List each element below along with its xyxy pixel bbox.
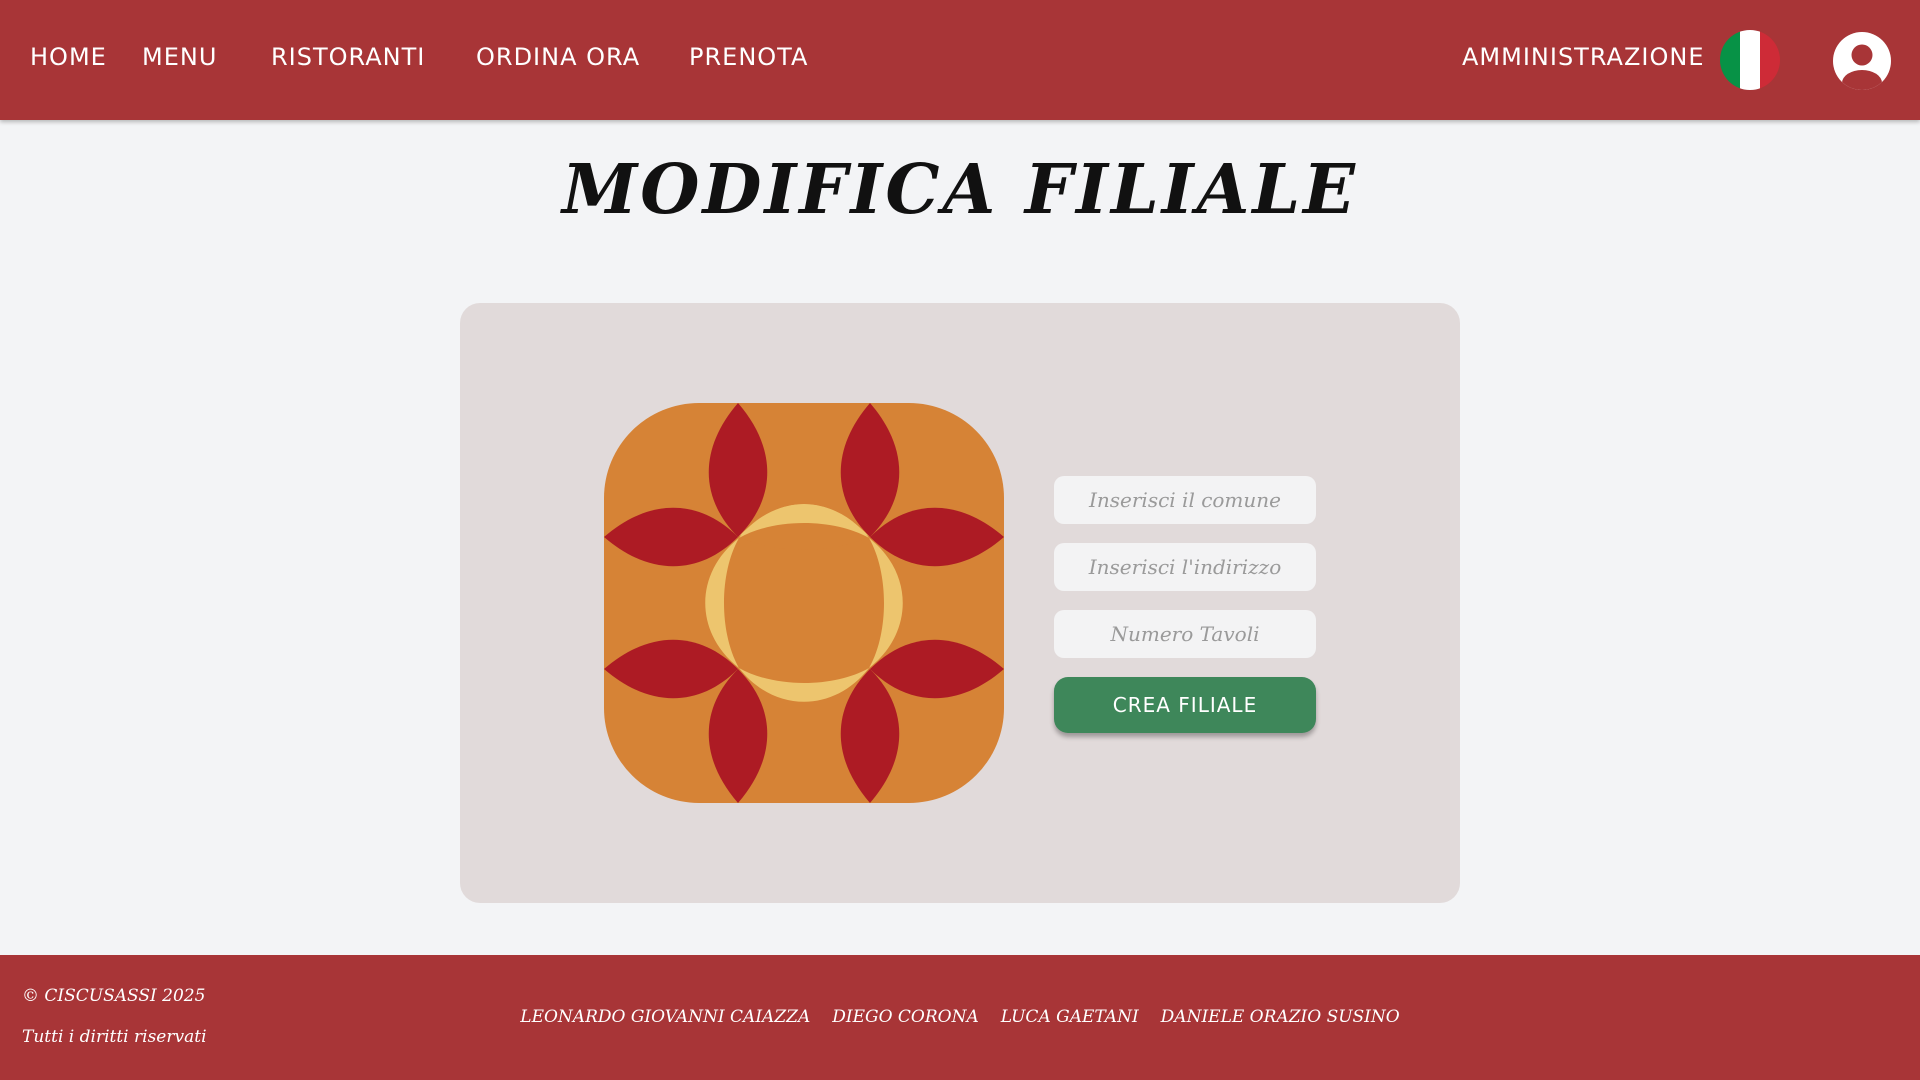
crea-filiale-button[interactable]: CREA FILIALE: [1054, 677, 1316, 733]
comune-input[interactable]: [1054, 476, 1316, 524]
footer: © CISCUSASSI 2025 Tutti i diritti riserv…: [0, 955, 1920, 1080]
nav-menu[interactable]: MENU: [142, 40, 217, 74]
nav-ristoranti[interactable]: RISTORANTI: [271, 40, 425, 74]
restaurant-logo-svg: [604, 403, 1004, 803]
footer-rights: Tutti i diritti riservati: [22, 1027, 207, 1047]
numero-tavoli-input[interactable]: [1054, 610, 1316, 658]
nav-prenota[interactable]: PRENOTA: [689, 40, 808, 74]
flag-red-band: [1760, 30, 1780, 90]
author-name: DIEGO CORONA: [832, 1007, 979, 1027]
user-avatar-icon[interactable]: [1832, 31, 1892, 91]
footer-authors: LEONARDO GIOVANNI CAIAZZA DIEGO CORONA L…: [0, 1007, 1920, 1027]
page-title: MODIFICA FILIALE: [561, 150, 1359, 230]
author-name: LUCA GAETANI: [1000, 1007, 1139, 1027]
footer-copyright: © CISCUSASSI 2025: [22, 986, 206, 1006]
restaurant-logo: [604, 403, 1004, 803]
top-navbar: HOME MENU RISTORANTI ORDINA ORA PRENOTA …: [0, 0, 1920, 120]
user-avatar-svg: [1833, 32, 1891, 90]
author-name: LEONARDO GIOVANNI CAIAZZA: [520, 1007, 811, 1027]
edit-branch-card: CREA FILIALE: [460, 303, 1460, 903]
nav-home[interactable]: HOME: [30, 40, 107, 74]
nav-amministrazione[interactable]: AMMINISTRAZIONE: [1462, 40, 1704, 74]
nav-ordina-ora[interactable]: ORDINA ORA: [476, 40, 640, 74]
italian-flag-icon[interactable]: [1720, 30, 1780, 90]
indirizzo-input[interactable]: [1054, 543, 1316, 591]
author-name: DANIELE ORAZIO SUSINO: [1160, 1007, 1400, 1027]
flag-white-band: [1740, 30, 1760, 90]
flag-green-band: [1720, 30, 1740, 90]
